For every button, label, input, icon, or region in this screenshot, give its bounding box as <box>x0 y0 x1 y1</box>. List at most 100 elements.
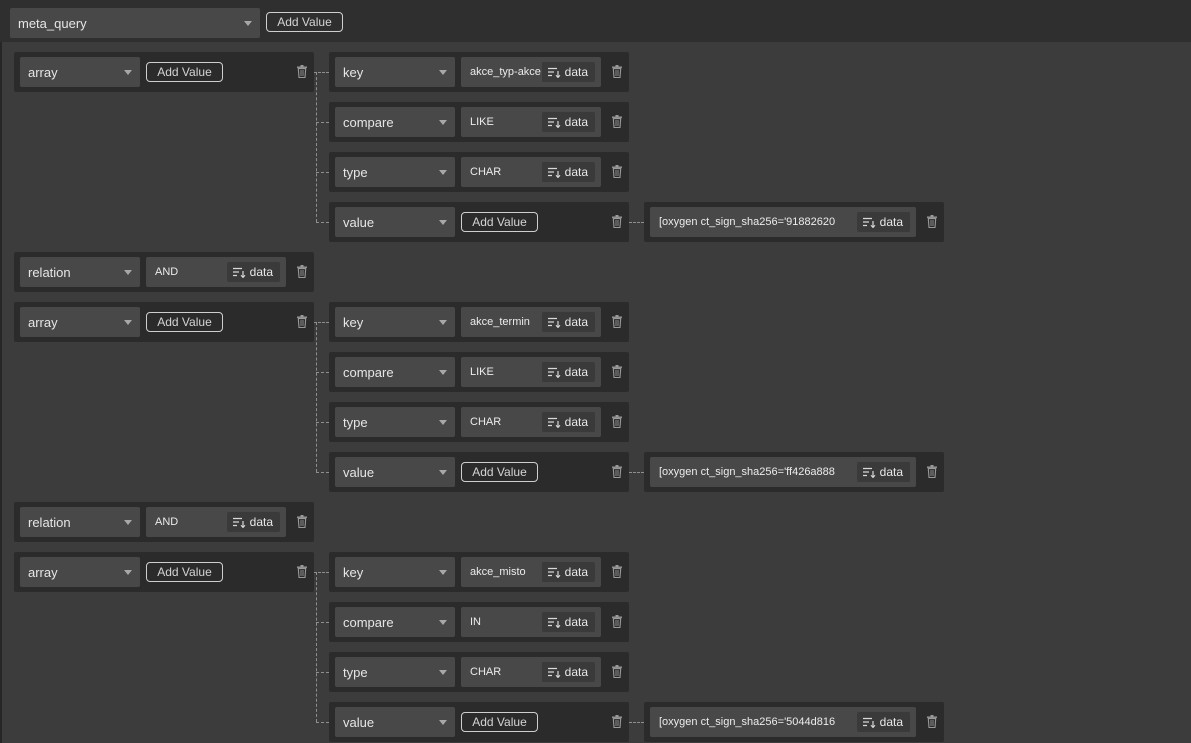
value-select[interactable]: value <box>335 707 455 737</box>
data-button[interactable]: data <box>541 112 595 132</box>
chevron-down-icon <box>439 670 447 675</box>
relation-value-text: AND <box>155 266 179 278</box>
compare-select[interactable]: compare <box>335 357 455 387</box>
compare-select[interactable]: compare <box>335 607 455 637</box>
trash-icon[interactable] <box>612 565 622 578</box>
trash-icon[interactable] <box>927 715 937 728</box>
trash-icon[interactable] <box>612 415 622 428</box>
array-select-3[interactable]: array <box>20 557 140 587</box>
type-select[interactable]: type <box>335 407 455 437</box>
data-button[interactable]: data <box>856 712 910 732</box>
compare-value-field[interactable]: LIKE data <box>461 107 601 137</box>
value-select[interactable]: value <box>335 457 455 487</box>
key-value-field[interactable]: akce_misto data <box>461 557 601 587</box>
data-button-label: data <box>564 115 588 129</box>
key-value-text: akce_termin <box>470 316 530 328</box>
trash-icon[interactable] <box>297 515 307 528</box>
data-button[interactable]: data <box>541 562 595 582</box>
data-button[interactable]: data <box>541 162 595 182</box>
compare-value-field[interactable]: IN data <box>461 607 601 637</box>
key-select[interactable]: key <box>335 57 455 87</box>
data-button[interactable]: data <box>541 662 595 682</box>
trash-icon[interactable] <box>612 715 622 728</box>
compare-panel-3: compare IN data <box>329 602 629 642</box>
relation-value-field[interactable]: AND data <box>146 257 286 287</box>
chevron-down-icon <box>439 70 447 75</box>
compare-label: compare <box>343 365 394 380</box>
sub-value-field[interactable]: [oxygen ct_sign_sha256='5044d816 data <box>650 707 916 737</box>
data-button[interactable]: data <box>226 512 280 532</box>
data-button[interactable]: data <box>856 212 910 232</box>
chevron-down-icon <box>439 220 447 225</box>
type-select[interactable]: type <box>335 657 455 687</box>
trash-icon[interactable] <box>297 565 307 578</box>
value-add-value-button[interactable]: Add Value <box>461 212 538 232</box>
key-value-field[interactable]: akce_termin data <box>461 307 601 337</box>
array-select-1[interactable]: array <box>20 57 140 87</box>
key-select[interactable]: key <box>335 557 455 587</box>
trash-icon[interactable] <box>927 465 937 478</box>
value-add-value-button[interactable]: Add Value <box>461 462 538 482</box>
array-add-value-button[interactable]: Add Value <box>146 62 223 82</box>
trash-icon[interactable] <box>612 615 622 628</box>
compare-value-field[interactable]: LIKE data <box>461 357 601 387</box>
data-button[interactable]: data <box>226 262 280 282</box>
trash-icon[interactable] <box>612 465 622 478</box>
trash-icon[interactable] <box>927 215 937 228</box>
type-select[interactable]: type <box>335 157 455 187</box>
key-select[interactable]: key <box>335 307 455 337</box>
compare-select[interactable]: compare <box>335 107 455 137</box>
trash-icon[interactable] <box>297 65 307 78</box>
data-button-label: data <box>564 165 588 179</box>
trash-icon[interactable] <box>612 315 622 328</box>
meta-query-select[interactable]: meta_query <box>10 8 260 38</box>
array-panel-1: array Add Value <box>14 52 314 92</box>
value-label: value <box>343 715 375 730</box>
array-add-value-button[interactable]: Add Value <box>146 312 223 332</box>
trash-icon[interactable] <box>612 665 622 678</box>
data-button[interactable]: data <box>541 612 595 632</box>
data-list-icon <box>547 567 561 578</box>
data-button[interactable]: data <box>541 62 595 82</box>
relation-select[interactable]: relation <box>20 257 140 287</box>
value-add-value-button[interactable]: Add Value <box>461 712 538 732</box>
key-value-field[interactable]: akce_typ-akce data <box>461 57 601 87</box>
trash-icon[interactable] <box>612 115 622 128</box>
value-select[interactable]: value <box>335 207 455 237</box>
type-panel-2: type CHAR data <box>329 402 629 442</box>
trash-icon[interactable] <box>297 315 307 328</box>
sub-value-field[interactable]: [oxygen ct_sign_sha256='91882620 data <box>650 207 916 237</box>
array-label: array <box>28 315 58 330</box>
trash-icon[interactable] <box>612 165 622 178</box>
data-list-icon <box>547 617 561 628</box>
tree-connector <box>316 72 317 222</box>
type-value-field[interactable]: CHAR data <box>461 407 601 437</box>
sub-value-field[interactable]: [oxygen ct_sign_sha256='ff426a888 data <box>650 457 916 487</box>
tree-connector <box>316 122 329 123</box>
chevron-down-icon <box>439 620 447 625</box>
sub-value-text: [oxygen ct_sign_sha256='5044d816 <box>659 716 836 728</box>
relation-label: relation <box>28 265 71 280</box>
data-button[interactable]: data <box>541 362 595 382</box>
compare-panel-1: compare LIKE data <box>329 102 629 142</box>
data-button[interactable]: data <box>541 312 595 332</box>
relation-value-field[interactable]: AND data <box>146 507 286 537</box>
array-add-value-button[interactable]: Add Value <box>146 562 223 582</box>
trash-icon[interactable] <box>612 65 622 78</box>
array-select-2[interactable]: array <box>20 307 140 337</box>
chevron-down-icon <box>439 320 447 325</box>
data-button[interactable]: data <box>856 462 910 482</box>
chevron-down-icon <box>439 170 447 175</box>
relation-panel-2: relation AND data <box>14 502 314 542</box>
trash-icon[interactable] <box>297 265 307 278</box>
array-panel-2: array Add Value <box>14 302 314 342</box>
relation-select[interactable]: relation <box>20 507 140 537</box>
data-button[interactable]: data <box>541 412 595 432</box>
trash-icon[interactable] <box>612 365 622 378</box>
type-value-field[interactable]: CHAR data <box>461 657 601 687</box>
root-add-value-button[interactable]: Add Value <box>266 12 343 32</box>
sub-value-text: [oxygen ct_sign_sha256='91882620 <box>659 216 836 228</box>
trash-icon[interactable] <box>612 215 622 228</box>
type-value-field[interactable]: CHAR data <box>461 157 601 187</box>
compare-label: compare <box>343 115 394 130</box>
